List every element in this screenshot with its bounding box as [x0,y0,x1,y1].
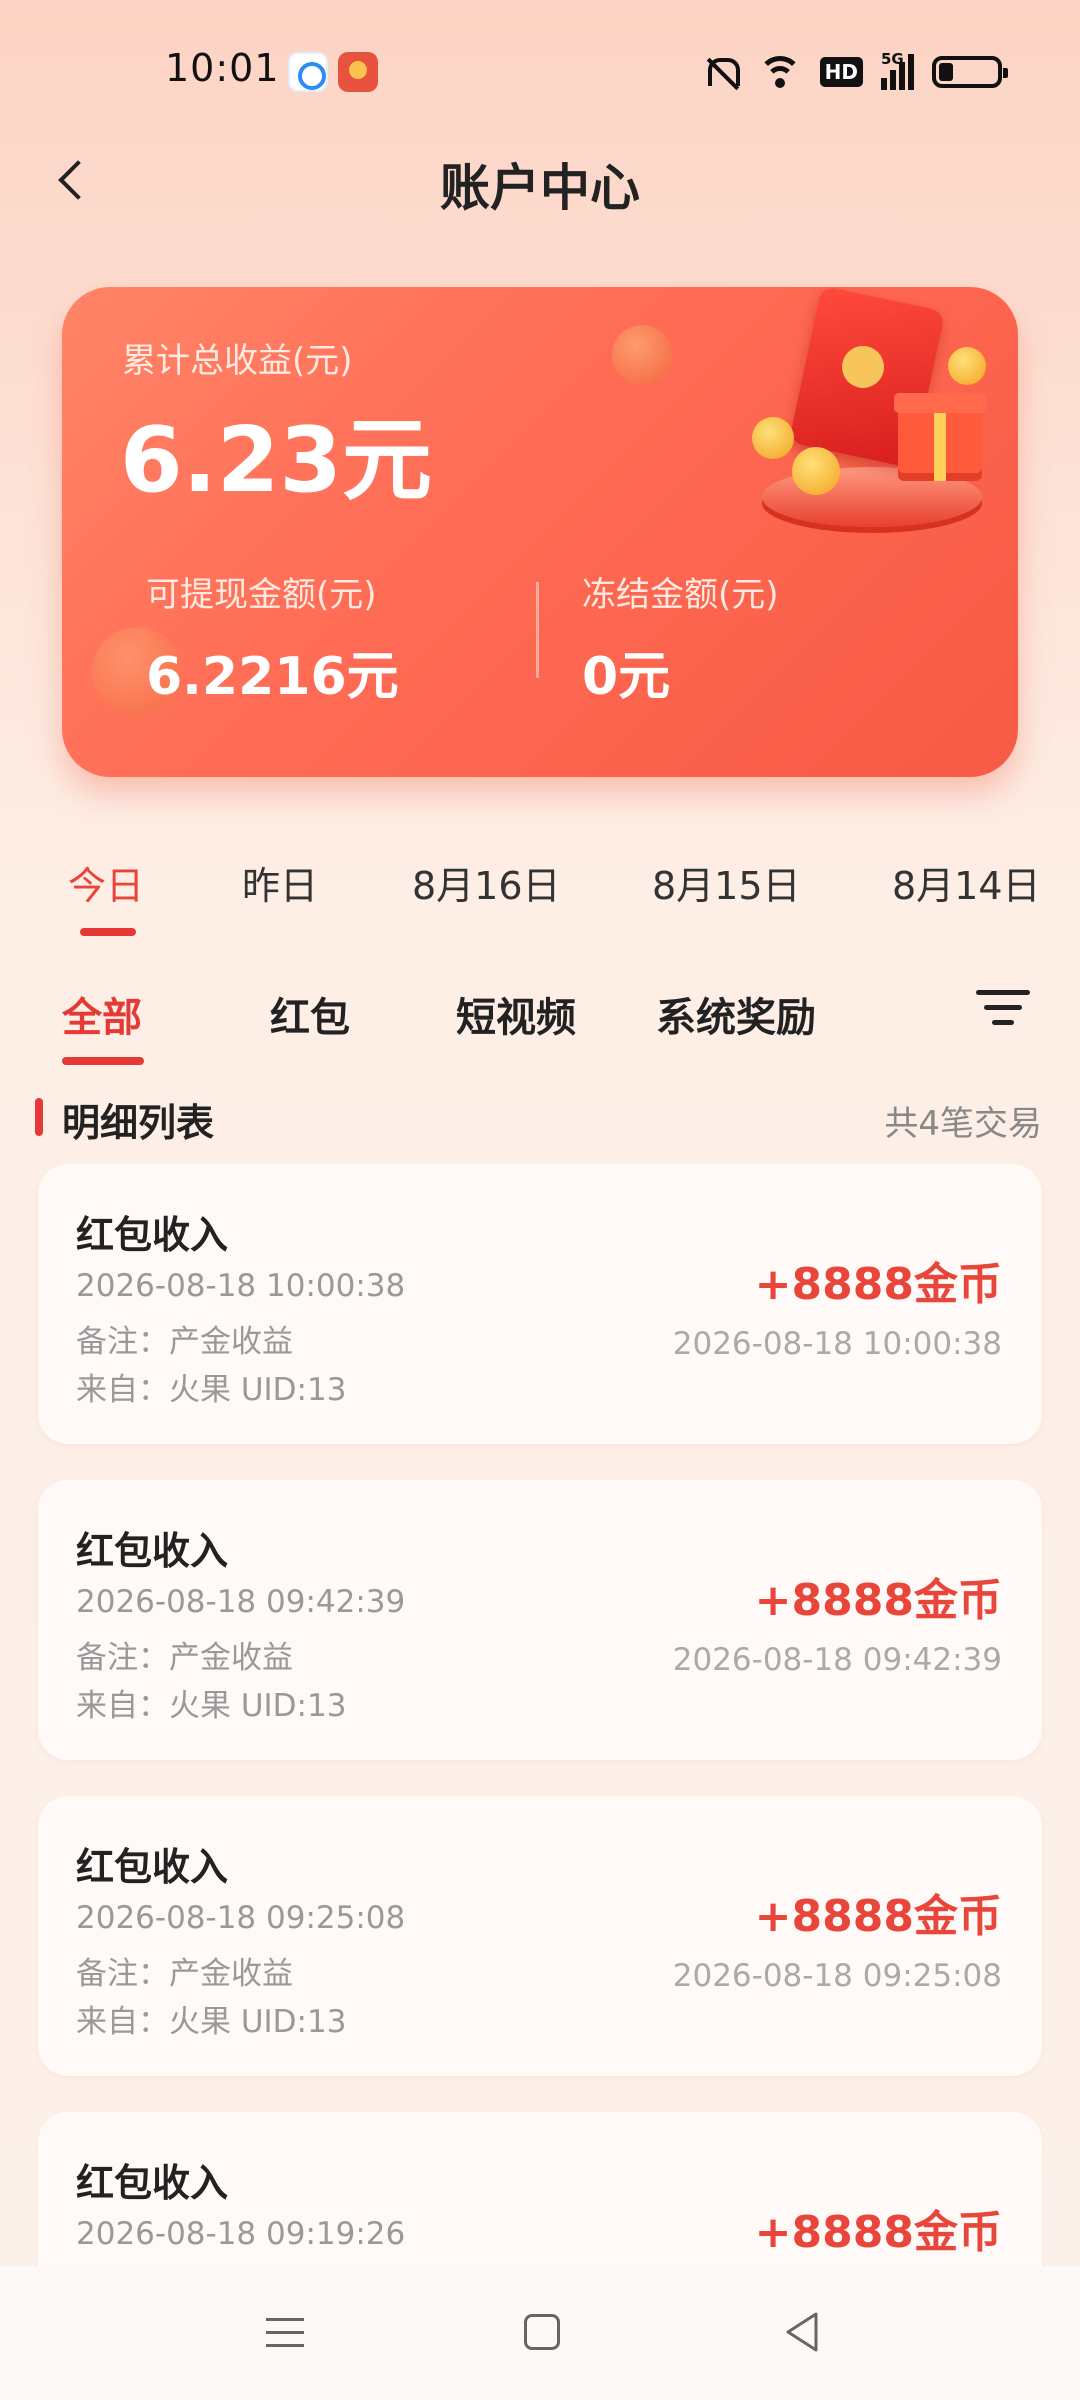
hd-icon: HD [819,57,863,87]
home-button[interactable] [524,2314,560,2350]
tab-short-video[interactable]: 短视频 [456,985,576,1043]
record-note: 备注：产金收益 [76,1640,293,1676]
list-item[interactable]: 红包收入 2026-08-18 09:42:39 备注：产金收益 来自：火果 U… [38,1480,1042,1760]
list-title: 明细列表 [62,1101,215,1145]
coin-decoration-icon [612,325,672,385]
list-accent-bar [35,1098,43,1136]
withdrawable-label: 可提现金额(元) [146,575,377,615]
card-divider [536,582,539,678]
transaction-count: 共4笔交易 [884,1104,1042,1144]
date-tab-aug15[interactable]: 8月15日 [652,855,801,910]
filter-icon[interactable] [976,988,1030,1028]
nav-back-button[interactable] [782,2310,822,2354]
record-title: 红包收入 [76,1529,229,1573]
date-tab-yesterday[interactable]: 昨日 [242,855,318,910]
status-icons: HD 5G [700,50,1008,94]
wifi-icon [757,54,802,90]
record-source: 来自：火果 UID:13 [76,2004,347,2040]
record-title: 红包收入 [76,1213,229,1257]
earnings-summary-card: 累计总收益(元) 6.23元 可提现金额(元) 6.2216元 冻结金额(元) … [62,287,1018,777]
record-time: 2026-08-18 10:00:38 [76,1268,406,1304]
record-source: 来自：火果 UID:13 [76,1688,347,1724]
tab-system-rewards[interactable]: 系统奖励 [656,985,816,1043]
status-bar: 10:01 HD 5G [0,0,1080,140]
status-time: 10:01 [165,46,280,90]
frozen-label: 冻结金额(元) [582,575,779,615]
total-earnings-value: 6.23元 [120,408,433,513]
mute-bell-icon [700,52,740,92]
battery-icon [932,56,1008,88]
page-title: 账户中心 [440,159,640,217]
tab-red-envelope[interactable]: 红包 [270,985,350,1043]
record-time: 2026-08-18 09:42:39 [76,1584,406,1620]
record-time: 2026-08-18 09:25:08 [76,1900,406,1936]
recent-apps-button[interactable] [266,2314,304,2350]
record-time-right: 2026-08-18 10:00:38 [672,1326,1002,1362]
record-title: 红包收入 [76,1845,229,1889]
lantern-app-icon [338,52,378,92]
date-tab-aug14[interactable]: 8月14日 [892,855,1041,910]
withdrawable-section: 可提现金额(元) 6.2216元 [146,567,399,709]
date-tabs: 今日 昨日 8月16日 8月15日 8月14日 [0,855,1080,935]
list-item[interactable]: 红包收入 2026-08-18 10:00:38 备注：产金收益 来自：火果 U… [38,1164,1042,1444]
record-source: 来自：火果 UID:13 [76,1372,347,1408]
triangle-back-icon [786,2312,818,2352]
date-tab-today[interactable]: 今日 [68,855,144,910]
date-tab-aug16[interactable]: 8月16日 [412,855,561,910]
network-tag: 5G [881,50,904,68]
record-note: 备注：产金收益 [76,1956,293,1992]
record-amount: +8888金币 [754,1891,1002,1942]
list-item[interactable]: 红包收入 2026-08-18 09:25:08 备注：产金收益 来自：火果 U… [38,1796,1042,2076]
signal-icon: 5G [881,50,914,90]
category-tab-indicator [62,1057,144,1065]
red-envelope-gift-illustration [752,287,1012,597]
record-note: 备注：产金收益 [76,1324,293,1360]
record-time-right: 2026-08-18 09:25:08 [672,1958,1002,1994]
frozen-section: 冻结金额(元) 0元 [582,567,779,709]
category-tabs: 全部 红包 短视频 系统奖励 [0,985,1080,1065]
frozen-value: 0元 [582,647,671,707]
record-amount: +8888金币 [754,1575,1002,1626]
record-time: 2026-08-18 09:19:26 [76,2216,406,2252]
tab-all[interactable]: 全部 [62,985,142,1043]
record-title: 红包收入 [76,2161,229,2205]
system-navigation-bar [0,2266,1080,2400]
record-amount: +8888金币 [754,2207,1002,2258]
record-amount: +8888金币 [754,1259,1002,1310]
record-time-right: 2026-08-18 09:42:39 [672,1642,1002,1678]
total-earnings-label: 累计总收益(元) [122,341,353,381]
date-tab-indicator [80,928,136,936]
browser-app-icon [288,52,328,92]
withdrawable-value: 6.2216元 [146,647,399,707]
